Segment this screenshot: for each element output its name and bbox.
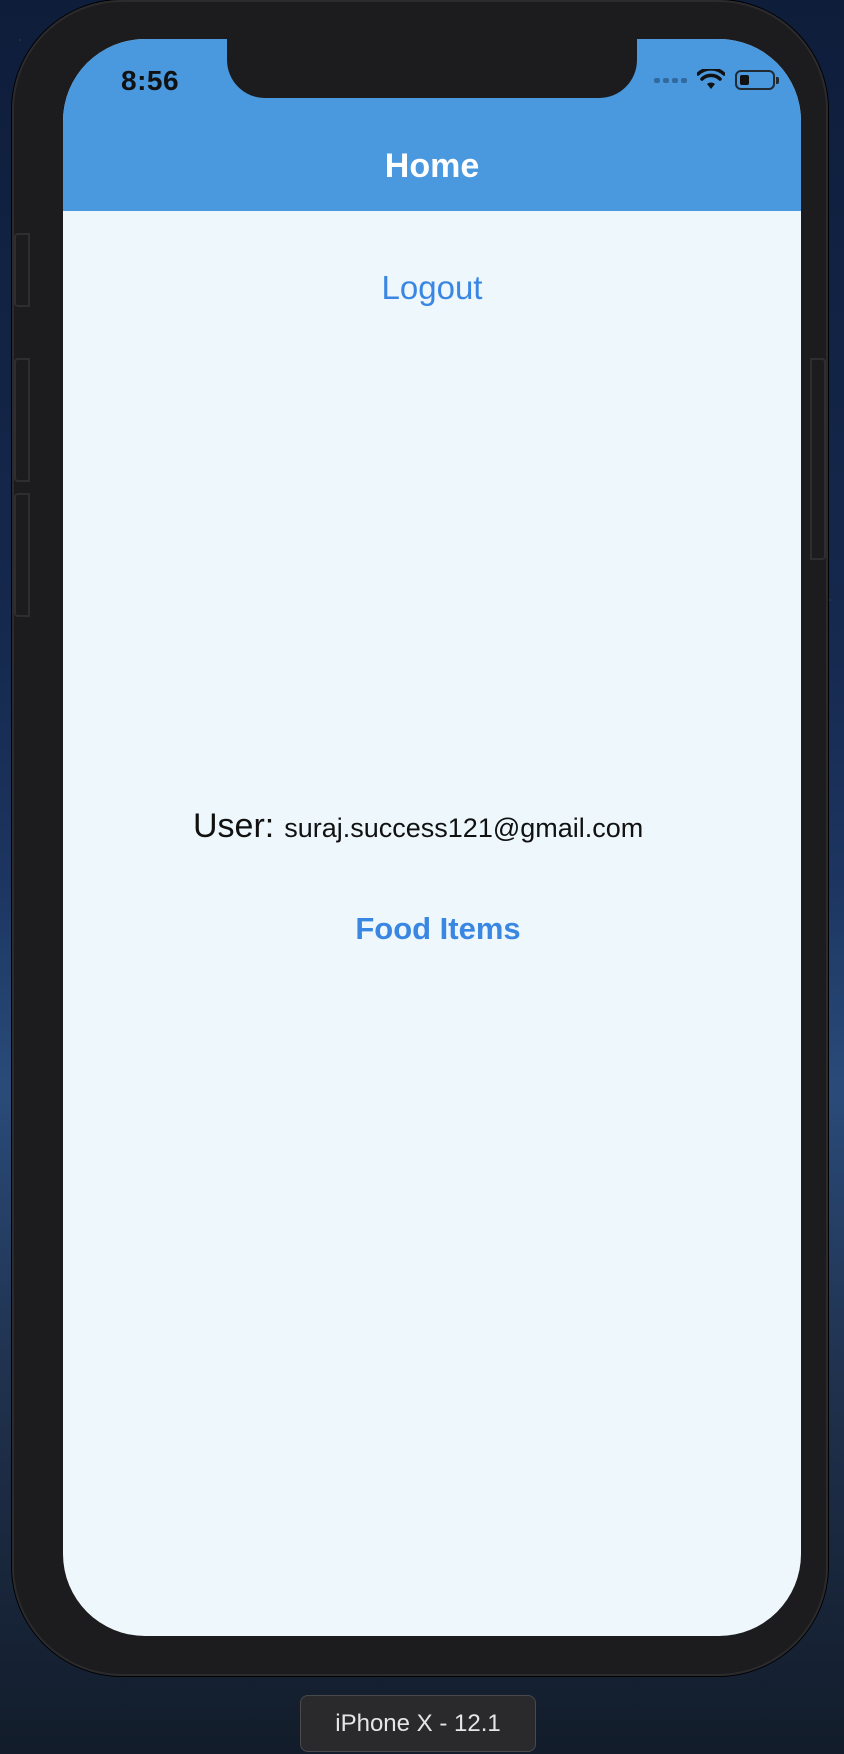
simulator-device-label: iPhone X - 12.1 [300, 1695, 536, 1752]
volume-up-button[interactable] [14, 358, 30, 482]
user-email: suraj.success121@gmail.com [284, 813, 644, 843]
status-time: 8:56 [121, 65, 180, 96]
status-icons [654, 69, 779, 91]
user-label: User: [193, 807, 275, 845]
app-screen: 8:56 Home Logout User: suraj.success121@… [63, 39, 801, 1636]
wifi-icon [697, 69, 725, 89]
iphone-frame: 8:56 Home Logout User: suraj.success121@… [12, 0, 828, 1676]
silent-switch[interactable] [14, 233, 30, 307]
cellular-signal-icon [654, 77, 687, 83]
page-title: Home [384, 147, 480, 185]
nav-header: 8:56 Home [63, 39, 801, 211]
logout-button[interactable]: Logout [63, 269, 801, 307]
food-items-button[interactable]: Food Items [63, 911, 801, 947]
user-info: User: suraj.success121@gmail.com [193, 807, 643, 846]
battery-level [740, 75, 749, 85]
power-button[interactable] [810, 358, 826, 560]
battery-icon [735, 70, 779, 90]
device-notch [227, 39, 637, 98]
volume-down-button[interactable] [14, 493, 30, 617]
